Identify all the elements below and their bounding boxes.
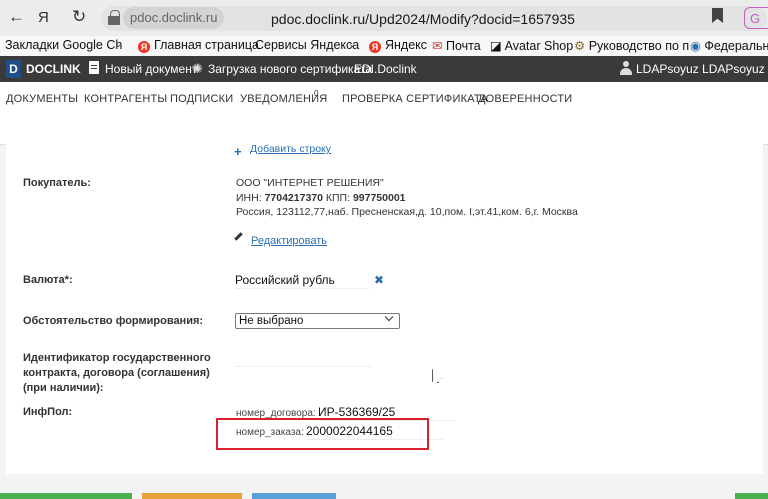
app-header: D DOCLINK Новый документ ✺ Загрузка ново… <box>0 56 768 82</box>
clear-icon[interactable]: ✖ <box>374 273 384 287</box>
user-icon <box>620 61 632 75</box>
edit-buyer-link[interactable]: Редактировать <box>251 235 327 247</box>
bottom-strip-blue <box>252 493 336 499</box>
notifications-count-badge: 0 <box>314 89 319 98</box>
mail-icon: ✉ <box>432 39 443 53</box>
brand-name[interactable]: DOCLINK <box>26 62 81 76</box>
document-icon <box>89 61 99 74</box>
buyer-label: Покупатель: <box>23 177 91 189</box>
gear-icon: ⚙ <box>574 39 586 53</box>
yandex-icon[interactable]: Я <box>38 9 49 26</box>
nav-documents[interactable]: ДОКУМЕНТЫ <box>6 93 78 105</box>
bookmarks-bar: Закладки Google Ch ⌄ Я Главная страница С… <box>0 36 768 56</box>
edi-link[interactable]: EDI.Doclink <box>354 62 417 76</box>
bottom-strip-green <box>0 493 132 499</box>
chevron-down-icon[interactable]: ⌄ <box>348 39 356 50</box>
currency-field[interactable]: Российский рубль <box>235 272 369 289</box>
plus-icon[interactable]: + <box>234 144 242 159</box>
main-navigation: ДОКУМЕНТЫ КОНТРАГЕНТЫ ПОДПИСКИ УВЕДОМЛЕН… <box>0 82 768 145</box>
bookmark-yandex[interactable]: Я Яндекс <box>369 38 427 53</box>
lock-icon[interactable] <box>108 10 120 25</box>
bottom-strip-orange <box>142 493 242 499</box>
nav-powers-of-attorney[interactable]: ДОВЕРЕННОСТИ <box>478 93 572 105</box>
bookmark-google[interactable]: Закладки Google Ch <box>5 38 122 52</box>
user-menu[interactable]: LDAPsoyuz LDAPsoyuz [LDAP <box>636 62 768 76</box>
avatar-shop-icon: ◪ <box>490 39 502 53</box>
bookmark-avatar-shop[interactable]: ◪ Avatar Shop <box>490 38 573 53</box>
nav-signatures[interactable]: ПОДПИСКИ <box>170 93 233 105</box>
gov-id-label-line-2: контракта, договора (соглашения) <box>23 367 210 379</box>
gov-id-label-line-3: (при наличии): <box>23 382 104 394</box>
yandex-logo-icon: Я <box>369 41 381 53</box>
reload-icon[interactable]: ↻ <box>72 7 86 27</box>
bookmark-yandex-services[interactable]: Сервисы Яндекса <box>255 38 359 52</box>
circumstance-label: Обстоятельство формирования: <box>23 315 204 327</box>
bookmark-main-page[interactable]: Я Главная страница <box>138 38 259 53</box>
url-text[interactable]: pdoc.doclink.ru/Upd2024/Modify?docid=165… <box>271 11 575 27</box>
upload-certificate-link[interactable]: Загрузка нового сертификата <box>208 62 372 76</box>
infpol-label: ИнфПол: <box>23 406 73 418</box>
bookmark-guide[interactable]: ⚙ Руководство по п <box>574 38 689 53</box>
add-row-link[interactable]: Добавить строку <box>250 143 331 155</box>
gear-icon: ✺ <box>192 61 203 76</box>
extension-icon[interactable]: G <box>744 7 768 29</box>
bottom-strip-green-right <box>735 493 768 499</box>
new-document-link[interactable]: Новый документ <box>105 62 197 76</box>
buyer-address: Россия, 123112,77,наб. Пресненская,д. 10… <box>236 206 578 218</box>
globe-icon: ◉ <box>690 39 701 53</box>
doclink-logo[interactable]: D <box>6 60 21 78</box>
highlight-box <box>216 418 429 450</box>
nav-certificate-check[interactable]: ПРОВЕРКА СЕРТИФИКАТА <box>342 93 488 105</box>
chevron-down-icon[interactable]: ⌄ <box>114 39 122 50</box>
host-pill[interactable]: pdoc.doclink.ru <box>123 7 225 29</box>
back-arrow-icon[interactable]: ← <box>8 7 25 27</box>
buyer-name: ООО "ИНТЕРНЕТ РЕШЕНИЯ" <box>236 177 384 189</box>
nav-counterparties[interactable]: КОНТРАГЕНТЫ <box>84 93 167 105</box>
browser-toolbar: ← Я ↻ pdoc.doclink.ru pdoc.doclink.ru/Up… <box>0 0 768 36</box>
bookmark-mail[interactable]: ✉ Почта <box>432 38 481 53</box>
circumstance-select[interactable]: Не выбрано <box>235 313 400 329</box>
yandex-logo-icon: Я <box>138 41 150 53</box>
gov-id-label-line-1: Идентификатор государственного <box>23 352 211 364</box>
buyer-inn-kpp: ИНН: 7704217370 КПП: 997750001 <box>236 192 406 204</box>
currency-label: Валюта*: <box>23 274 73 286</box>
bookmark-federal[interactable]: ◉ Федеральная <box>690 38 768 53</box>
gov-id-input[interactable] <box>235 350 372 367</box>
